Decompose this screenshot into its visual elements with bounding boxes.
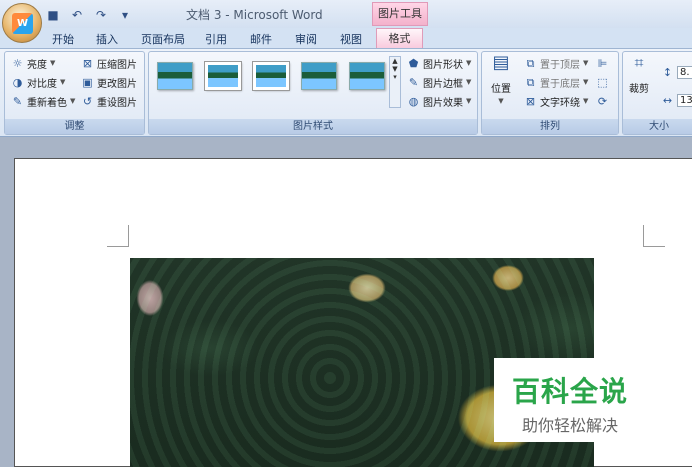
title-bar: ■ ↶ ↷ ▾ 文档 3 - Microsoft Word 图片工具 — [0, 0, 692, 28]
picture-border-button[interactable]: ✎ 图片边框 ▼ — [407, 74, 472, 90]
bring-front-icon: ⧉ — [526, 56, 535, 70]
group-label-size: 大小 — [623, 119, 692, 134]
send-back-icon: ⧉ — [526, 75, 535, 89]
contrast-icon: ◑ — [12, 75, 23, 89]
recolor-button[interactable]: ✎ 重新着色 ▼ — [11, 93, 76, 109]
margin-corner-right — [643, 225, 665, 247]
height-field[interactable]: ↕ 8. — [661, 64, 692, 80]
office-logo-icon: W — [12, 13, 33, 34]
picture-effects-button[interactable]: ◍ 图片效果 ▼ — [407, 93, 472, 109]
dropdown-arrow-icon: ▼ — [466, 97, 472, 105]
dropdown-arrow-icon: ▼ — [60, 78, 66, 86]
dropdown-arrow-icon: ▼ — [70, 97, 76, 105]
watermark-subtitle: 助你轻松解决 — [521, 416, 618, 435]
picture-style-3[interactable] — [252, 61, 290, 91]
change-picture-button[interactable]: ▣ 更改图片 — [81, 74, 137, 90]
tab-view[interactable]: 视图 — [340, 31, 362, 47]
group-label-adjust: 调整 — [5, 119, 144, 134]
brightness-button[interactable]: ☼ 亮度 ▼ — [11, 55, 56, 71]
dropdown-arrow-icon: ▼ — [50, 59, 56, 67]
picture-style-2[interactable] — [204, 61, 242, 91]
group-label-arrange: 排列 — [482, 119, 618, 134]
dropdown-arrow-icon: ▼ — [466, 59, 472, 67]
group-adjust: ☼ 亮度 ▼ ◑ 对比度 ▼ ✎ 重新着色 ▼ ⊠ 压缩图片 ▣ 更改图片 ↺ 重设图片 调整 — [4, 51, 145, 135]
dropdown-arrow-icon: ▼ — [583, 78, 589, 86]
text-wrapping-button[interactable]: ⊠ 文字环绕 ▼ — [524, 93, 589, 109]
save-icon[interactable]: ■ — [44, 8, 62, 22]
reset-picture-button[interactable]: ↺ 重设图片 — [81, 93, 137, 109]
compress-icon: ⊠ — [82, 56, 93, 70]
crop-icon: ⌗ — [634, 53, 644, 72]
picture-style-5[interactable] — [349, 62, 385, 90]
align-icon: ⊫ — [597, 56, 608, 70]
tab-insert[interactable]: 插入 — [96, 31, 118, 47]
rotate-button[interactable]: ⟳ — [596, 93, 609, 109]
group-label-picture-styles: 图片样式 — [149, 119, 477, 134]
border-pen-icon: ✎ — [408, 75, 419, 89]
group-picture-styles: ▲ ▼ ▾ ⬟ 图片形状 ▼ ✎ 图片边框 ▼ ◍ 图片效果 ▼ 图片样式 — [148, 51, 478, 135]
rotate-icon: ⟳ — [597, 94, 608, 108]
position-icon: ▤ — [492, 52, 510, 73]
crop-button[interactable]: ⌗ 裁剪 — [627, 53, 651, 102]
document-title: 文档 3 - Microsoft Word — [186, 8, 323, 22]
send-to-back-button[interactable]: ⧉ 置于底层 ▼ — [524, 74, 589, 90]
dropdown-arrow-icon: ▼ — [498, 97, 504, 105]
position-button[interactable]: ▤ 位置 ▼ — [490, 52, 512, 108]
wrap-icon: ⊠ — [525, 94, 536, 108]
customize-qat-icon[interactable]: ▾ — [116, 8, 134, 22]
height-icon: ↕ — [662, 65, 673, 79]
tab-format[interactable]: 格式 — [376, 28, 423, 49]
redo-icon[interactable]: ↷ — [92, 8, 110, 22]
picture-shape-button[interactable]: ⬟ 图片形状 ▼ — [407, 55, 472, 71]
shape-icon: ⬟ — [408, 56, 419, 70]
width-icon: ↔ — [662, 93, 673, 107]
align-button[interactable]: ⊫ — [596, 55, 609, 71]
gallery-expand-icon[interactable]: ▾ — [390, 73, 400, 81]
scroll-up-icon[interactable]: ▲ — [390, 57, 400, 65]
watermark-title: 百科全说 — [511, 375, 628, 408]
tab-references[interactable]: 引用 — [205, 31, 227, 47]
compress-pictures-button[interactable]: ⊠ 压缩图片 — [81, 55, 137, 71]
group-arrange: ▤ 位置 ▼ ⧉ 置于顶层 ▼ ⧉ 置于底层 ▼ ⊠ 文字环绕 ▼ ⊫ ⬚ ⟳ 排列 — [481, 51, 619, 135]
group-size: ⌗ 裁剪 ↕ 8. ↔ 13 大小 — [622, 51, 692, 135]
gallery-scroll[interactable]: ▲ ▼ ▾ — [389, 56, 401, 108]
dropdown-arrow-icon: ▼ — [583, 59, 589, 67]
tab-mailings[interactable]: 邮件 — [250, 31, 272, 47]
undo-icon[interactable]: ↶ — [68, 8, 86, 22]
picture-style-1[interactable] — [157, 62, 193, 90]
width-field[interactable]: ↔ 13 — [661, 92, 692, 108]
tab-review[interactable]: 审阅 — [295, 31, 317, 47]
reset-picture-icon: ↺ — [82, 94, 93, 108]
bring-to-front-button[interactable]: ⧉ 置于顶层 ▼ — [524, 55, 589, 71]
margin-corner-left — [107, 225, 129, 247]
office-button[interactable]: W — [2, 3, 42, 43]
dropdown-arrow-icon: ▼ — [466, 78, 472, 86]
change-picture-icon: ▣ — [82, 75, 93, 89]
contrast-button[interactable]: ◑ 对比度 ▼ — [11, 74, 66, 90]
group-icon: ⬚ — [597, 75, 608, 89]
tab-page-layout[interactable]: 页面布局 — [141, 31, 185, 47]
group-objects-button[interactable]: ⬚ — [596, 74, 609, 90]
dropdown-arrow-icon: ▼ — [583, 97, 589, 105]
recolor-icon: ✎ — [12, 94, 23, 108]
watermark-logo: 百科全说 助你轻松解决 — [494, 358, 646, 442]
ribbon: ☼ 亮度 ▼ ◑ 对比度 ▼ ✎ 重新着色 ▼ ⊠ 压缩图片 ▣ 更改图片 ↺ 重设图片 调整 ▲… — [0, 48, 692, 137]
picture-style-4[interactable] — [301, 62, 337, 90]
tab-home[interactable]: 开始 — [52, 31, 74, 47]
brightness-icon: ☼ — [12, 56, 23, 70]
picture-tools-header: 图片工具 — [372, 2, 428, 26]
scroll-down-icon[interactable]: ▼ — [390, 65, 400, 73]
effects-icon: ◍ — [408, 94, 419, 108]
quick-access-toolbar: ■ ↶ ↷ ▾ — [44, 6, 134, 24]
ribbon-tabs: 开始 插入 页面布局 引用 邮件 审阅 视图 格式 — [0, 28, 692, 49]
